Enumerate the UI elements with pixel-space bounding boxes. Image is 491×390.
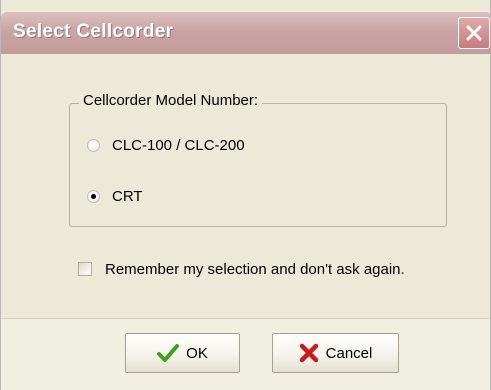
radio-button[interactable] (87, 138, 100, 152)
radio-option-clc[interactable]: CLC-100 / CLC-200 (87, 135, 245, 155)
radio-label[interactable]: CLC-100 / CLC-200 (112, 137, 245, 154)
x-mark-icon (299, 343, 318, 363)
remember-selection-checkbox[interactable]: Remember my selection and don't ask agai… (78, 259, 405, 279)
checkbox-label[interactable]: Remember my selection and don't ask agai… (105, 261, 405, 278)
ok-button[interactable]: OK (125, 333, 240, 373)
close-button[interactable] (458, 17, 490, 49)
cancel-button[interactable]: Cancel (272, 333, 399, 373)
checkmark-icon (157, 344, 180, 362)
model-number-group (69, 103, 447, 227)
dialog-window: Select Cellcorder Cellcorder Model Numbe… (0, 0, 491, 390)
checkbox-box[interactable] (78, 262, 92, 276)
radio-option-crt[interactable]: CRT (87, 186, 143, 206)
group-legend: Cellcorder Model Number: (79, 92, 263, 109)
ok-label: OK (186, 344, 208, 362)
dialog-title: Select Cellcorder (13, 21, 174, 42)
cancel-label: Cancel (325, 344, 373, 362)
button-bar (1, 318, 490, 390)
close-icon (466, 25, 482, 41)
radio-label[interactable]: CRT (112, 188, 143, 205)
title-bar[interactable]: Select Cellcorder (1, 12, 491, 54)
radio-button[interactable] (87, 189, 100, 203)
